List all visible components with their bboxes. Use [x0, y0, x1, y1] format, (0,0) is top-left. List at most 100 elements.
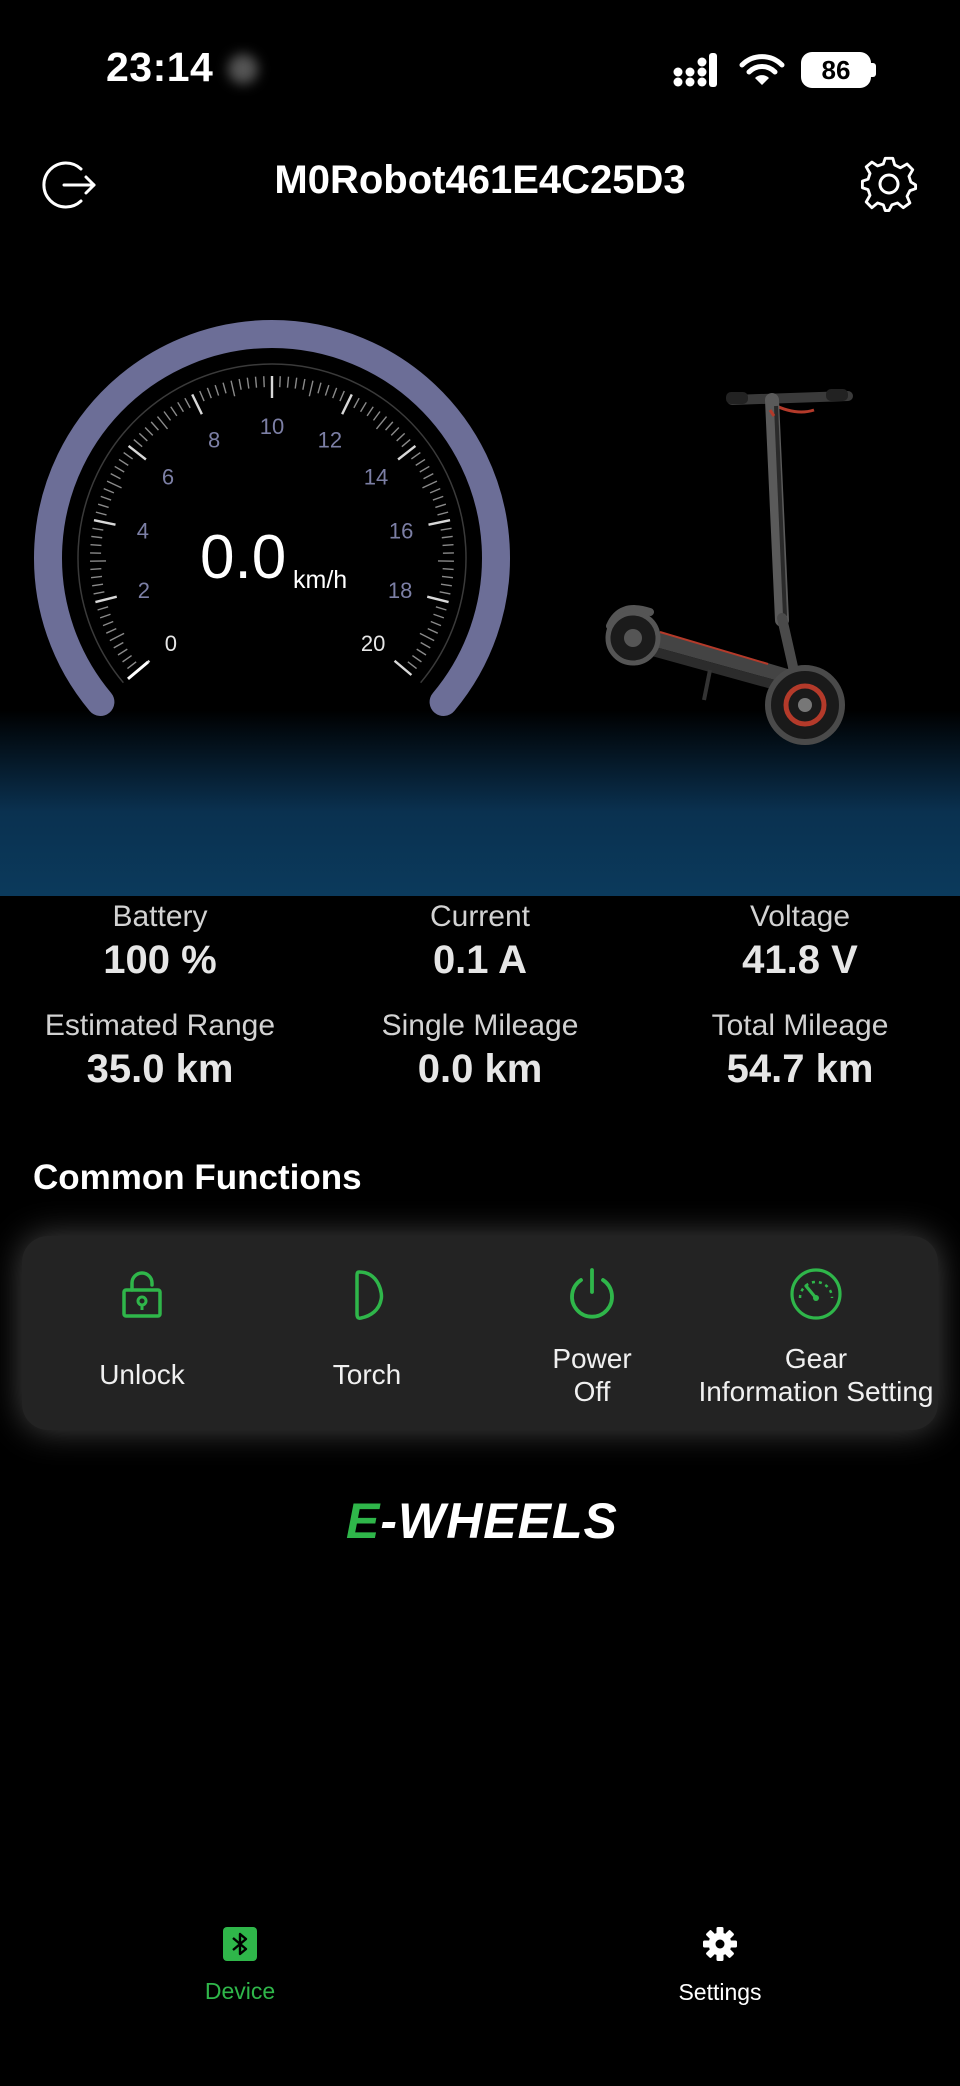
gauge-tick — [317, 382, 322, 394]
status-icons: 86 — [673, 52, 876, 88]
gauge-tick — [441, 575, 454, 579]
gauge-tick-label: 8 — [208, 427, 220, 452]
gauge-tick-label: 20 — [361, 631, 385, 656]
gauge-tick — [156, 416, 169, 430]
gauge-tick — [294, 377, 298, 389]
common-functions-title: Common Functions — [33, 1158, 362, 1197]
gauge-tick — [254, 376, 258, 388]
gauge-tick — [423, 473, 434, 480]
tab-settings[interactable]: Settings — [600, 1926, 840, 2006]
torch-icon — [355, 1270, 384, 1320]
gauge-tick — [95, 511, 107, 516]
power-off-label: Power Off — [479, 1342, 705, 1408]
gauge-tick — [401, 439, 411, 448]
lock-icon — [122, 1271, 162, 1318]
power-icon — [570, 1268, 614, 1319]
gauge-tick-label: 14 — [364, 465, 388, 490]
gauge-tick — [123, 452, 134, 460]
battery-level: 86 — [801, 52, 871, 88]
battery-icon: 86 — [801, 52, 876, 88]
stat-value: 41.8 V — [742, 938, 858, 982]
stat-label: Single Mileage — [381, 1009, 579, 1042]
gauge-tick — [97, 606, 109, 611]
gauge-tick — [359, 401, 367, 413]
stat-voltage: Voltage 41.8 V — [640, 900, 960, 983]
gauge-tick — [106, 480, 122, 489]
gauge-tick — [97, 503, 109, 509]
gauge-tick-label: 16 — [389, 519, 413, 544]
gauge-tick — [100, 495, 112, 501]
gauge-tick — [439, 591, 451, 595]
stat-label: Current — [429, 900, 531, 933]
gauge-tick — [114, 465, 125, 473]
gear-icon[interactable] — [858, 152, 920, 214]
gauge-tick — [102, 620, 114, 627]
gauge-tick — [427, 628, 439, 634]
common-functions-card: Unlock Torch Power Off Gear Information … — [22, 1236, 938, 1430]
gauge-tick — [375, 416, 388, 430]
stat-value: 0.1 A — [432, 938, 528, 982]
gauge-tick-label: 2 — [138, 578, 150, 603]
gauge-tick — [206, 387, 212, 399]
status-indicator-blur — [228, 54, 258, 84]
gauge-tick — [163, 411, 172, 421]
stat-label: Total Mileage — [711, 1009, 889, 1042]
torch-button[interactable]: Torch — [254, 1236, 480, 1430]
gauge-tick — [246, 377, 250, 389]
gauge-tick — [117, 648, 128, 656]
bluetooth-icon — [223, 1927, 257, 1961]
gear-information-setting-label: Gear Information Setting — [694, 1342, 938, 1408]
status-time: 23:14 — [106, 44, 214, 90]
gauge-tick — [341, 393, 353, 415]
device-title: M0Robot461E4C25D3 — [274, 158, 686, 202]
gauge-tick — [138, 432, 148, 442]
gear-label-line1: Gear — [784, 1343, 848, 1374]
scooter-image — [605, 389, 853, 745]
gauge-tick-label: 10 — [260, 414, 284, 439]
gauge-tick — [419, 632, 435, 642]
gauge-tick — [91, 535, 103, 539]
stat-label: Battery — [112, 900, 208, 933]
gauge-tick — [428, 518, 451, 526]
gauge-tick — [90, 568, 102, 571]
gauge-tick — [407, 661, 418, 670]
gauge-tick — [441, 535, 453, 539]
gauge-tick — [110, 473, 121, 480]
stat-current: Current 0.1 A — [320, 900, 640, 983]
gear-information-setting-button[interactable]: Gear Information Setting — [694, 1236, 938, 1430]
gauge-tick — [366, 406, 374, 417]
wifi-icon — [739, 54, 785, 85]
stat-total-mileage: Total Mileage 54.7 km — [640, 1009, 960, 1092]
gauge-tick-label: 6 — [162, 465, 174, 490]
gauge-tick — [324, 384, 330, 396]
gauge-tick — [99, 613, 111, 619]
stat-value: 100 % — [103, 938, 217, 982]
gauge-tick — [435, 606, 447, 611]
gauge-tick — [90, 543, 102, 547]
gauge-tick — [118, 458, 129, 466]
gauge-tick — [390, 427, 400, 436]
unlock-button[interactable]: Unlock — [29, 1236, 255, 1430]
gauge-tick — [170, 406, 178, 417]
gauge-tick — [92, 527, 104, 531]
power-off-label-line1: Power — [552, 1343, 632, 1374]
stat-value: 35.0 km — [86, 1047, 234, 1091]
stat-label: Voltage — [749, 900, 851, 933]
gauge-icon — [790, 1268, 842, 1320]
power-off-button[interactable]: Power Off — [479, 1236, 705, 1430]
power-off-label-line2: Off — [573, 1376, 611, 1407]
gauge-tick — [109, 632, 125, 642]
gauge-tick — [126, 661, 137, 670]
gauge-tick — [177, 401, 185, 413]
gauge-tick — [440, 527, 452, 531]
gauge-tick — [430, 620, 442, 627]
e-wheels-logo: E-WHEELS — [346, 1492, 618, 1550]
gauge-tick — [429, 487, 441, 494]
gauge-tick — [435, 503, 447, 509]
speed-value: 0.0 — [200, 523, 287, 592]
gear-label-line2: Information Setting — [698, 1376, 934, 1407]
tab-device[interactable]: Device — [120, 1927, 360, 2005]
gauge-tick — [420, 641, 431, 649]
gauge-tick — [426, 595, 449, 604]
gauge-tick — [286, 376, 290, 388]
